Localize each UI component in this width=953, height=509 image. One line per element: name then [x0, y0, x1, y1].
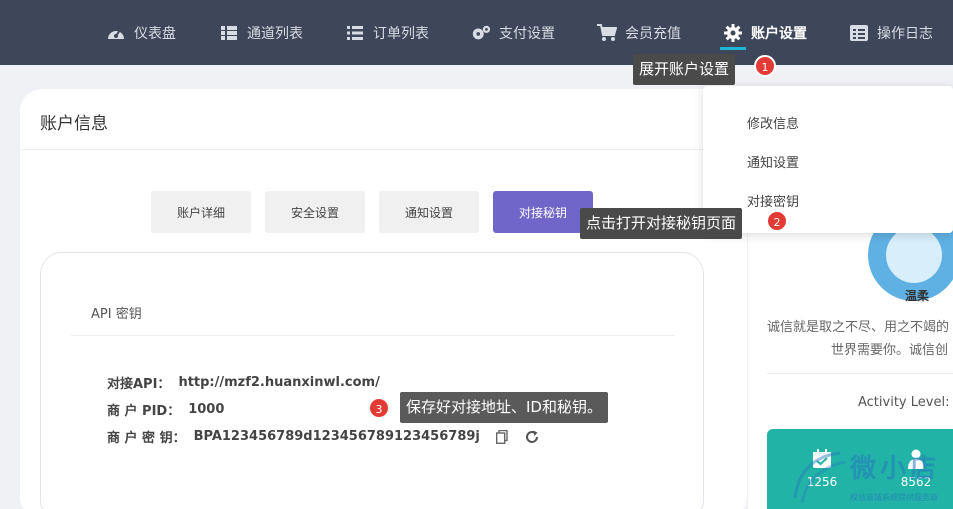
- merchant-key-row: 商 户 密 钥： BPA123456789d123456789123456789…: [107, 427, 540, 446]
- merchant-pid-label: 商 户 PID：: [107, 404, 181, 419]
- merchant-key-label: 商 户 密 钥：: [107, 431, 186, 446]
- menu-item-notification-settings[interactable]: 通知设置: [747, 152, 799, 171]
- tooltip-step3: 保存好对接地址、ID和秘钥。: [400, 392, 608, 423]
- nav-label: 账户设置: [751, 25, 807, 42]
- tab-security-settings[interactable]: 安全设置: [265, 191, 365, 233]
- tooltip-step2: 点击打开对接秘钥页面: [580, 208, 743, 239]
- nav-item-channel-list[interactable]: 通道列表: [219, 0, 303, 65]
- nav-label: 通道列表: [247, 25, 303, 42]
- page-title: 账户信息: [40, 114, 108, 134]
- log-icon: [849, 23, 869, 43]
- nav-label: 订单列表: [373, 25, 429, 42]
- watermark-subtext: 权益商城系统提供服务商: [850, 493, 938, 502]
- refresh-icon[interactable]: [524, 429, 540, 445]
- api-url-label: 对接API：: [107, 377, 171, 392]
- nav-item-dashboard[interactable]: 仪表盘: [106, 0, 176, 65]
- divider: [767, 373, 953, 374]
- account-info-card: 账户信息 账户详细 安全设置 通知设置 对接秘钥 API 密钥 对接API： h…: [20, 89, 747, 509]
- nav-label: 支付设置: [499, 25, 555, 42]
- dashboard-icon: [106, 23, 126, 43]
- gears-icon: [471, 23, 491, 43]
- divider: [20, 149, 747, 150]
- merchant-pid-row: 商 户 PID： 1000: [107, 400, 224, 419]
- nav-label: 会员充值: [625, 25, 681, 42]
- cart-icon: [597, 23, 617, 43]
- menu-item-api-key[interactable]: 对接密钥: [747, 191, 799, 210]
- list-icon: [345, 23, 365, 43]
- watermark-text: 微小店: [850, 454, 941, 484]
- api-url-value: http://mzf2.huanxinwl.com/: [178, 375, 380, 390]
- watermark-logo: 微小店 权益商城系统提供服务商: [790, 448, 953, 509]
- nav-label: 仪表盘: [134, 25, 176, 42]
- step-badge-3: 3: [368, 397, 390, 419]
- api-key-panel: API 密钥 对接API： http://mzf2.huanxinwl.com/…: [40, 252, 704, 509]
- watermark-swirl-icon: [793, 451, 846, 504]
- tab-notification-settings[interactable]: 通知设置: [379, 191, 479, 233]
- activity-level: Activity Level: 8: [858, 395, 953, 410]
- profile-motto-line2: 世界需要你。诚信创: [831, 343, 949, 358]
- tab-account-details[interactable]: 账户详细: [151, 191, 251, 233]
- step-badge-1: 1: [754, 55, 776, 77]
- tooltip-step1: 展开账户设置: [633, 54, 736, 85]
- nav-item-payment-settings[interactable]: 支付设置: [471, 0, 555, 65]
- tab-api-key[interactable]: 对接秘钥: [493, 191, 593, 233]
- nav-item-order-list[interactable]: 订单列表: [345, 0, 429, 65]
- profile-motto-line1: 诚信就是取之不尽、用之不竭的: [767, 320, 950, 335]
- top-navbar: 仪表盘 通道列表 订单列表 支付设置 会员充值 账户设置 操作日志: [0, 0, 953, 65]
- api-url-row: 对接API： http://mzf2.huanxinwl.com/: [107, 373, 380, 392]
- profile-name: 温柔: [905, 289, 930, 303]
- section-title: API 密钥: [91, 307, 142, 322]
- divider: [71, 335, 675, 336]
- nav-label: 操作日志: [877, 25, 933, 42]
- step-badge-2: 2: [766, 210, 788, 232]
- nav-item-operation-log[interactable]: 操作日志: [849, 0, 933, 65]
- merchant-pid-value: 1000: [188, 402, 225, 417]
- gear-icon: [723, 23, 743, 43]
- grid-list-icon: [219, 23, 239, 43]
- active-nav-indicator: [720, 47, 746, 50]
- merchant-key-value: BPA123456789d123456789123456789j: [193, 429, 480, 444]
- copy-icon[interactable]: [494, 429, 510, 445]
- menu-item-edit-info[interactable]: 修改信息: [747, 113, 799, 132]
